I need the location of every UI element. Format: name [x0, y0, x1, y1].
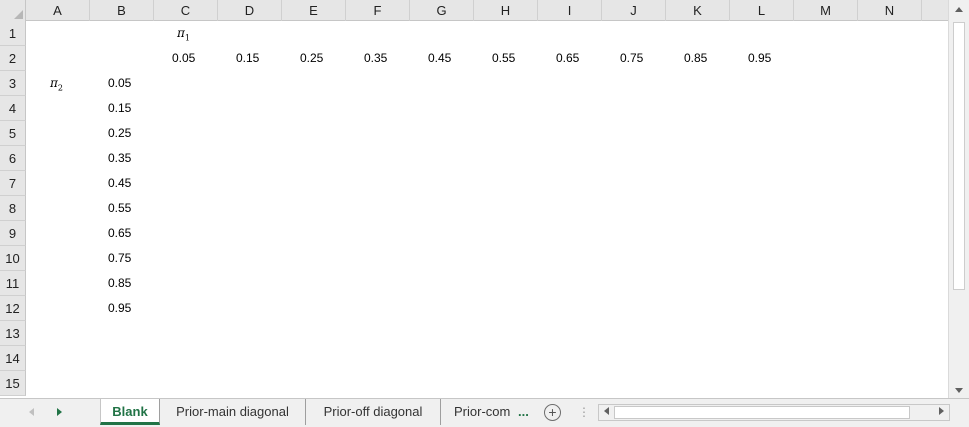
column-header-h[interactable]: H	[474, 0, 538, 21]
scroll-left-triangle	[603, 407, 609, 415]
row-header-4[interactable]: 4	[0, 96, 26, 121]
column-header-bar: A B C D E F G H I J K L M N	[0, 0, 948, 21]
cell-i2[interactable]: 0.65	[556, 46, 596, 71]
row-header-6[interactable]: 6	[0, 146, 26, 171]
cell-b6[interactable]: 0.35	[108, 146, 148, 171]
scroll-left-icon[interactable]	[599, 405, 613, 420]
row-header-7[interactable]: 7	[0, 171, 26, 196]
row-header-12[interactable]: 12	[0, 296, 26, 321]
row-header-9[interactable]: 9	[0, 221, 26, 246]
column-header-e[interactable]: E	[282, 0, 346, 21]
sheet-tab-bar: Blank Prior-main diagonal Prior-off diag…	[0, 398, 969, 427]
vertical-scroll-thumb[interactable]	[953, 22, 965, 290]
horizontal-scroll-thumb[interactable]	[614, 406, 910, 419]
cell-h2[interactable]: 0.55	[492, 46, 532, 71]
tab-next-triangle	[56, 408, 62, 416]
tab-overflow[interactable]: ...	[518, 399, 529, 425]
cell-b3[interactable]: 0.05	[108, 71, 148, 96]
column-header-f[interactable]: F	[346, 0, 410, 21]
scroll-up-triangle	[955, 7, 963, 12]
row-header-11[interactable]: 11	[0, 271, 26, 296]
row-header-1[interactable]: 1	[0, 21, 26, 46]
cell-a3-pi2[interactable]: π2	[50, 71, 90, 96]
cell-b9[interactable]: 0.65	[108, 221, 148, 246]
tab-prior-off-diagonal[interactable]: Prior-off diagonal	[306, 399, 441, 425]
pi1-subscript: 1	[184, 33, 190, 43]
cell-c1-pi1[interactable]: π1	[177, 21, 217, 46]
column-header-c[interactable]: C	[154, 0, 218, 21]
tab-prev-icon[interactable]	[24, 405, 38, 421]
pi2-symbol: π	[50, 76, 58, 90]
pi2-subscript: 2	[57, 83, 63, 93]
cell-k2[interactable]: 0.85	[684, 46, 724, 71]
column-header-k[interactable]: K	[666, 0, 730, 21]
column-header-m[interactable]: M	[794, 0, 858, 21]
horizontal-scrollbar[interactable]	[598, 404, 950, 421]
cell-b5[interactable]: 0.25	[108, 121, 148, 146]
column-header-a[interactable]: A	[26, 0, 90, 21]
column-header-b[interactable]: B	[90, 0, 154, 21]
row-header-3[interactable]: 3	[0, 71, 26, 96]
cell-j2[interactable]: 0.75	[620, 46, 660, 71]
pi1-symbol: π	[177, 26, 185, 40]
cell-d2[interactable]: 0.15	[236, 46, 276, 71]
row-header-13[interactable]: 13	[0, 321, 26, 346]
scroll-down-icon[interactable]	[952, 384, 966, 398]
select-all-triangle-icon	[14, 10, 23, 19]
tab-blank[interactable]: Blank	[100, 399, 160, 425]
row-header-10[interactable]: 10	[0, 246, 26, 271]
cell-e2[interactable]: 0.25	[300, 46, 340, 71]
tab-splitter-icon[interactable]: ⋮	[578, 404, 590, 420]
column-header-l[interactable]: L	[730, 0, 794, 21]
cell-b11[interactable]: 0.85	[108, 271, 148, 296]
vertical-scrollbar[interactable]	[948, 0, 969, 398]
column-header-i[interactable]: I	[538, 0, 602, 21]
row-header-14[interactable]: 14	[0, 346, 26, 371]
scroll-right-icon[interactable]	[934, 405, 948, 420]
row-header-15[interactable]: 15	[0, 371, 26, 396]
tab-prior-main-diagonal[interactable]: Prior-main diagonal	[160, 399, 306, 425]
column-header-g[interactable]: G	[410, 0, 474, 21]
row-header-5[interactable]: 5	[0, 121, 26, 146]
add-sheet-icon[interactable]: +	[544, 404, 561, 421]
cell-f2[interactable]: 0.35	[364, 46, 404, 71]
row-header-2[interactable]: 2	[0, 46, 26, 71]
cell-b4[interactable]: 0.15	[108, 96, 148, 121]
cell-b7[interactable]: 0.45	[108, 171, 148, 196]
cell-b8[interactable]: 0.55	[108, 196, 148, 221]
select-all-corner[interactable]	[0, 0, 26, 21]
worksheet-grid[interactable]: π1 0.05 0.15 0.25 0.35 0.45 0.55 0.65 0.…	[26, 21, 948, 398]
cell-l2[interactable]: 0.95	[748, 46, 788, 71]
tab-prior-com[interactable]: Prior-com	[441, 399, 527, 425]
column-header-d[interactable]: D	[218, 0, 282, 21]
cell-g2[interactable]: 0.45	[428, 46, 468, 71]
cell-c2[interactable]: 0.05	[172, 46, 212, 71]
scroll-down-triangle	[955, 388, 963, 393]
column-header-n[interactable]: N	[858, 0, 922, 21]
column-header-j[interactable]: J	[602, 0, 666, 21]
cell-b12[interactable]: 0.95	[108, 296, 148, 321]
scroll-up-icon[interactable]	[952, 3, 966, 17]
tab-next-icon[interactable]	[52, 405, 66, 421]
tab-prev-triangle	[28, 408, 34, 416]
row-header-8[interactable]: 8	[0, 196, 26, 221]
scroll-right-triangle	[938, 407, 944, 415]
cell-b10[interactable]: 0.75	[108, 246, 148, 271]
